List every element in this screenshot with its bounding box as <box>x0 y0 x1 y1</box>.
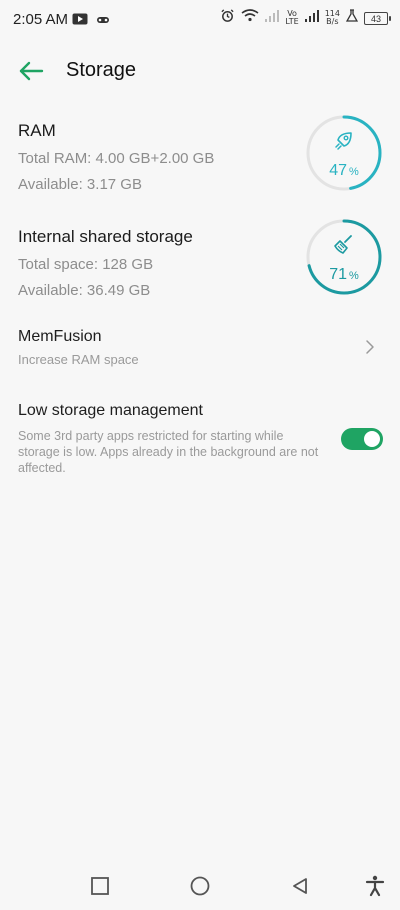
status-bar: 2:05 AM Vo LTE 114 B/s 43 <box>0 0 400 40</box>
low-storage-toggle[interactable] <box>341 428 383 450</box>
navigation-bar <box>0 860 400 908</box>
recent-apps-button[interactable] <box>86 872 114 900</box>
ram-title: RAM <box>18 121 56 140</box>
app-bar: Storage <box>0 48 400 94</box>
ram-usage-value: 47% <box>329 162 359 179</box>
storage-total: Total space: 128 GB <box>18 256 154 273</box>
game-controller-icon <box>96 12 110 30</box>
back-button[interactable] <box>16 56 46 86</box>
status-time: 2:05 AM <box>13 11 69 28</box>
back-triangle-icon <box>293 878 307 894</box>
ram-total: Total RAM: 4.00 GB+2.00 GB <box>18 150 215 167</box>
memfusion-subtitle: Increase RAM space <box>18 352 139 367</box>
rocket-icon <box>335 132 352 150</box>
signal-icon <box>304 9 319 27</box>
storage-usage-gauge[interactable]: 71% <box>305 218 383 296</box>
toggle-knob <box>364 431 380 447</box>
back-arrow-icon <box>19 61 44 81</box>
back-nav-button[interactable] <box>286 872 314 900</box>
chevron-right-icon <box>366 340 374 354</box>
storage-available: Available: 36.49 GB <box>18 282 151 299</box>
status-left-icons <box>72 12 110 30</box>
storage-title: Internal shared storage <box>18 227 193 246</box>
storage-section[interactable]: Internal shared storage Total space: 128… <box>18 227 193 299</box>
signal-icon <box>265 9 280 27</box>
broom-icon <box>334 235 352 254</box>
storage-usage-value: 71% <box>329 266 359 283</box>
page-title: Storage <box>66 59 137 81</box>
ram-usage-gauge[interactable]: 47% <box>305 114 383 192</box>
recent-apps-icon <box>91 877 109 895</box>
youtube-icon <box>72 12 88 30</box>
alarm-icon <box>220 8 235 28</box>
network-type: Vo LTE <box>285 9 299 26</box>
accessibility-button[interactable] <box>361 872 389 900</box>
ram-available: Available: 3.17 GB <box>18 176 142 193</box>
low-storage-management: Low storage management Some 3rd party ap… <box>0 402 400 478</box>
low-storage-title: Low storage management <box>18 402 203 419</box>
battery-icon: 43 <box>364 11 391 25</box>
home-button[interactable] <box>186 872 214 900</box>
ram-section[interactable]: RAM Total RAM: 4.00 GB+2.00 GB Available… <box>18 121 214 193</box>
flask-icon <box>345 8 359 28</box>
status-right-icons: Vo LTE 114 B/s 43 <box>220 8 391 28</box>
wifi-icon <box>241 9 259 27</box>
accessibility-icon <box>365 875 385 897</box>
memfusion-row[interactable]: MemFusion Increase RAM space <box>0 328 400 376</box>
home-icon <box>190 876 210 896</box>
memfusion-title: MemFusion <box>18 328 102 345</box>
network-speed: 114 B/s <box>324 9 340 26</box>
low-storage-description: Some 3rd party apps restricted for start… <box>18 429 319 475</box>
